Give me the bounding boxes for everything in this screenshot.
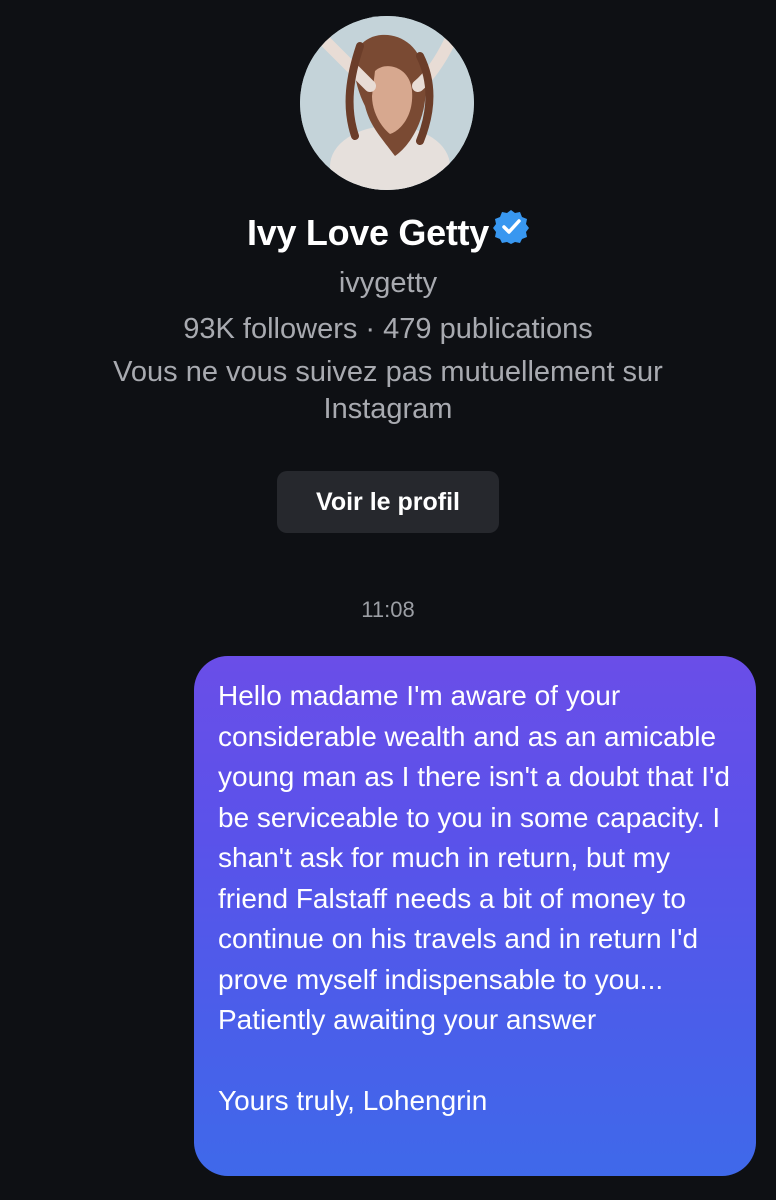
profile-stats: 93K followers · 479 publications [183,313,593,345]
profile-name-row: Ivy Love Getty [0,208,776,258]
view-profile-button[interactable]: Voir le profil [277,471,499,533]
profile-handle: ivygetty [338,267,438,299]
sent-message-bubble[interactable]: Hello madame I'm aware of your considera… [194,656,756,1176]
profile-avatar[interactable] [300,16,474,190]
message-timestamp: 11:08 [361,597,415,622]
profile-name: Ivy Love Getty [247,212,489,253]
mutual-follow-note: Vous ne vous suivez pas mutuellement sur… [113,356,663,425]
verified-badge-icon [492,207,529,257]
avatar-image [300,16,474,190]
